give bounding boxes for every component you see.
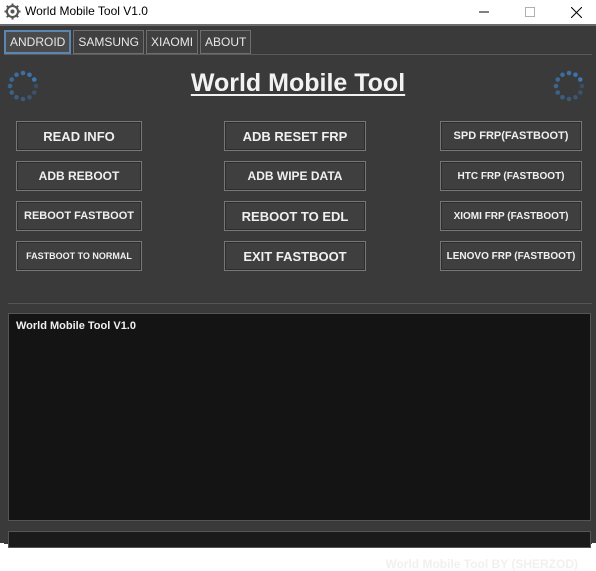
page-title: World Mobile Tool — [190, 69, 406, 97]
maximize-icon — [525, 7, 535, 17]
xiomi-frp-fastboot-button[interactable]: XIOMI FRP (FASTBOOT) — [440, 201, 582, 231]
log-output[interactable]: World Mobile Tool V1.0 — [8, 313, 591, 521]
adb-reboot-button[interactable]: ADB REBOOT — [16, 161, 142, 191]
spinner-icon — [553, 70, 585, 102]
fastboot-to-normal-button[interactable]: FASTBOOT TO NORMAL — [16, 241, 142, 271]
adb-reset-frp-button[interactable]: ADB RESET FRP — [224, 121, 366, 151]
tab-samsung[interactable]: SAMSUNG — [73, 30, 145, 54]
reboot-fastboot-button[interactable]: REBOOT FASTBOOT — [16, 201, 142, 231]
main-window: ANDROID SAMSUNG XIAOMI ABOUT World Mobil… — [0, 24, 596, 571]
minimize-button[interactable] — [461, 0, 507, 24]
close-icon — [570, 6, 582, 18]
read-info-button[interactable]: READ INFO — [16, 121, 142, 151]
lenovo-frp-fastboot-button[interactable]: LENOVO FRP (FASTBOOT) — [440, 241, 582, 271]
tab-about[interactable]: ABOUT — [200, 30, 252, 54]
spd-frp-fastboot-button[interactable]: SPD FRP(FASTBOOT) — [440, 121, 582, 151]
footer-credit: World Mobile Tool BY (SHERZOD) — [385, 557, 578, 571]
tab-android[interactable]: ANDROID — [4, 30, 72, 54]
title-bar: World Mobile Tool V1.0 — [0, 0, 596, 24]
log-text: World Mobile Tool V1.0 — [16, 320, 136, 332]
progress-bar — [8, 531, 591, 548]
tab-xiaomi[interactable]: XIAOMI — [146, 30, 199, 54]
window-title: World Mobile Tool V1.0 — [25, 4, 148, 18]
exit-fastboot-button[interactable]: EXIT FASTBOOT — [224, 241, 366, 271]
divider — [8, 303, 592, 304]
maximize-button[interactable] — [507, 0, 553, 24]
gear-icon — [4, 3, 21, 20]
reboot-to-edl-button[interactable]: REBOOT TO EDL — [224, 201, 366, 231]
android-panel: World Mobile Tool READ INFO ADB REBOOT R… — [4, 54, 592, 571]
close-button[interactable] — [553, 0, 596, 24]
htc-frp-fastboot-button[interactable]: HTC FRP (FASTBOOT) — [440, 161, 582, 191]
minimize-icon — [479, 11, 489, 13]
tab-bar: ANDROID SAMSUNG XIAOMI ABOUT — [4, 30, 252, 54]
adb-wipe-data-button[interactable]: ADB WIPE DATA — [224, 161, 366, 191]
